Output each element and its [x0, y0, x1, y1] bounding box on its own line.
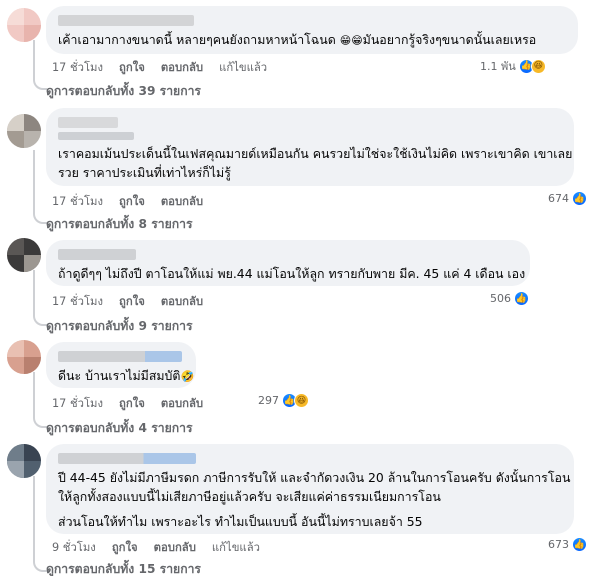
avatar[interactable]: [7, 340, 41, 374]
laugh-icon: 😆: [530, 58, 546, 74]
view-replies-link[interactable]: ดูการตอบกลับทั้ง 15 รายการ: [46, 560, 201, 576]
thread-line: [33, 150, 35, 214]
reaction-count: 674: [548, 192, 569, 205]
comment-actions: 17 ชั่วโมง ถูกใจ ตอบกลับ: [52, 192, 203, 210]
comment-text-line: รวย ราคาประเมินที่เท่าไหร่ก็ไม่รู้: [58, 165, 231, 180]
thread-elbow: [33, 558, 47, 572]
avatar[interactable]: [7, 238, 41, 272]
comment-time[interactable]: 17 ชั่วโมง: [52, 192, 103, 210]
view-replies-link[interactable]: ดูการตอบกลับทั้ง 39 รายการ: [46, 82, 201, 101]
reply-button[interactable]: ตอบกลับ: [154, 538, 196, 556]
edited-label: แก้ไขแล้ว: [219, 61, 268, 74]
rolling-laughing-icon: 🤣: [180, 370, 195, 383]
view-replies-link[interactable]: ดูการตอบกลับทั้ง 9 รายการ: [46, 317, 193, 336]
author-name-blurred[interactable]: [58, 453, 196, 464]
thread-line: [33, 270, 35, 316]
like-button[interactable]: ถูกใจ: [119, 58, 145, 76]
thumbs-up-icon: 👍: [514, 291, 529, 306]
comment-actions: 17 ชั่วโมง ถูกใจ ตอบกลับ แก้ไขแล้ว: [52, 58, 267, 76]
comment-actions: 9 ชั่วโมง ถูกใจ ตอบกลับ แก้ไขแล้ว: [52, 538, 260, 556]
thread-line: [33, 476, 35, 562]
reaction-count: 297: [258, 394, 279, 407]
avatar[interactable]: [7, 114, 41, 148]
comment-bubble: ถ้าดูดีๆๆ ไม่ถึงปี ตาโอนให้แม่ พย.44 แม่…: [46, 240, 530, 286]
comment-time[interactable]: 17 ชั่วโมง: [52, 394, 103, 412]
edited-label: แก้ไขแล้ว: [211, 541, 260, 554]
view-replies-link[interactable]: ดูการตอบกลับทั้ง 4 รายการ: [46, 419, 193, 438]
like-button[interactable]: ถูกใจ: [112, 538, 138, 556]
avatar[interactable]: [7, 8, 41, 42]
comment-text-line: เราคอมเม้นประเด็นนี้ในเฟสคุณมายด์เหมือนก…: [58, 146, 573, 161]
comment-actions: 17 ชั่วโมง ถูกใจ ตอบกลับ: [52, 394, 203, 412]
like-button[interactable]: ถูกใจ: [119, 192, 145, 210]
author-name-blurred[interactable]: [58, 351, 182, 362]
comment-text-line: ส่วนโอนให้ทำไม เพราะอะไร ทำไมเป็นแบบนี้ …: [58, 514, 423, 529]
reaction-count: 506: [490, 292, 511, 305]
grinning-face-icon: 😁: [339, 34, 352, 47]
comment-time[interactable]: 17 ชั่วโมง: [52, 58, 103, 76]
thumbs-up-icon: 👍: [572, 537, 587, 552]
grinning-face-icon: 😁: [351, 34, 363, 47]
reply-button[interactable]: ตอบกลับ: [161, 58, 203, 76]
like-button[interactable]: ถูกใจ: [119, 292, 145, 310]
comment-bubble: ดีนะ บ้านเราไม่มีสมบัติ🤣: [46, 342, 196, 388]
author-name-blurred[interactable]: [58, 15, 194, 26]
reaction-summary[interactable]: 1.1 พัน 👍 😆: [480, 57, 546, 75]
thread-elbow: [33, 414, 47, 428]
comment-time[interactable]: 9 ชั่วโมง: [52, 538, 96, 556]
comment-text: ดีนะ บ้านเราไม่มีสมบัติ🤣: [58, 366, 194, 386]
laugh-icon: 😆: [294, 393, 309, 408]
comment-time[interactable]: 17 ชั่วโมง: [52, 292, 103, 310]
reaction-count: 673: [548, 538, 569, 551]
avatar[interactable]: [7, 444, 41, 478]
comment-text: เค้าเอามากางขนาดนี้ หลายๆคนยังถามหาหน้าโ…: [58, 30, 566, 50]
thread-elbow: [33, 76, 47, 90]
comment-text-line: ปี 44-45 ยังไม่มีภาษีมรดก ภาษีการรับให้ …: [58, 470, 571, 485]
author-name-blurred[interactable]: [58, 132, 134, 140]
thumbs-up-icon: 👍: [572, 191, 587, 206]
reply-button[interactable]: ตอบกลับ: [161, 192, 203, 210]
author-name-blurred[interactable]: [58, 117, 118, 128]
reply-button[interactable]: ตอบกลับ: [161, 292, 203, 310]
thread-elbow: [33, 210, 47, 224]
comment-bubble: เค้าเอามากางขนาดนี้ หลายๆคนยังถามหาหน้าโ…: [46, 6, 578, 54]
thread-line: [33, 40, 35, 80]
reaction-summary[interactable]: 506 👍: [490, 291, 529, 306]
comment-text-line: ให้ลูกทั้งสองแบบนี้ไม่เสียภาษีอยู่แล้วคร…: [58, 489, 441, 504]
reaction-summary[interactable]: 297 👍 😆: [258, 393, 309, 408]
comment-actions: 17 ชั่วโมง ถูกใจ ตอบกลับ: [52, 292, 203, 310]
reply-button[interactable]: ตอบกลับ: [161, 394, 203, 412]
comment-bubble: ปี 44-45 ยังไม่มีภาษีมรดก ภาษีการรับให้ …: [46, 444, 574, 534]
reaction-summary[interactable]: 674 👍: [548, 191, 587, 206]
thread-line: [33, 372, 35, 418]
like-button[interactable]: ถูกใจ: [119, 394, 145, 412]
comment-text-line: ถ้าดูดีๆๆ ไม่ถึงปี ตาโอนให้แม่ พย.44 แม่…: [58, 266, 526, 281]
reaction-count: 1.1 พัน: [480, 60, 516, 73]
reaction-summary[interactable]: 673 👍: [548, 537, 587, 552]
view-replies-link[interactable]: ดูการตอบกลับทั้ง 8 รายการ: [46, 215, 193, 234]
author-name-blurred[interactable]: [58, 249, 136, 260]
thread-elbow: [33, 312, 47, 326]
comment-bubble: เราคอมเม้นประเด็นนี้ในเฟสคุณมายด์เหมือนก…: [46, 108, 574, 186]
